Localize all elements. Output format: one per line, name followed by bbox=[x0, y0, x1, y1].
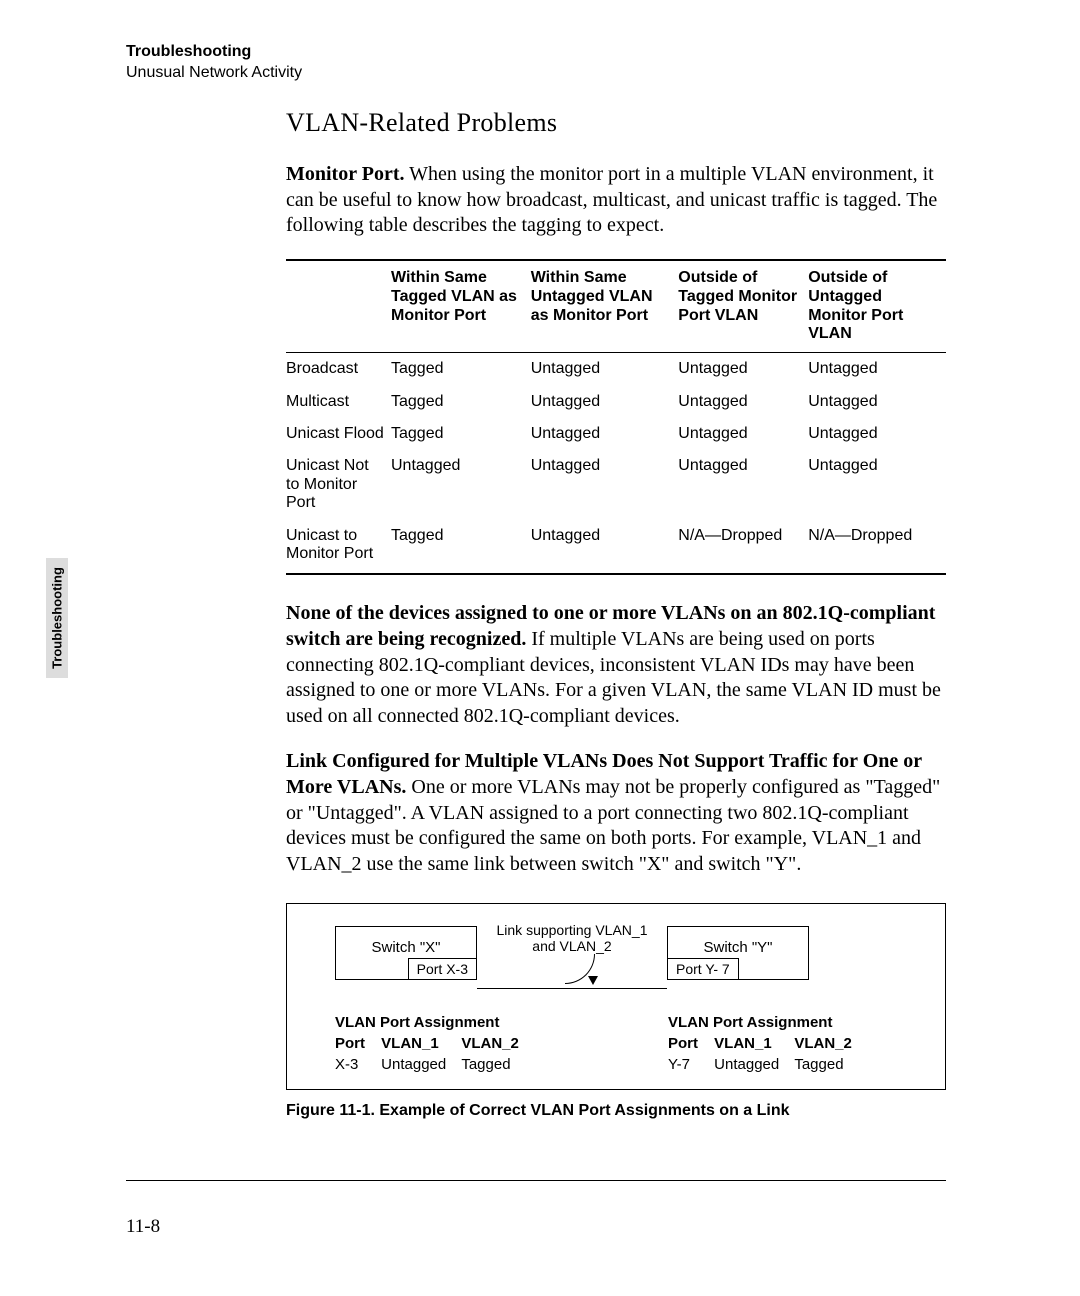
cell: Untagged bbox=[391, 450, 531, 519]
right-port: Y-7 bbox=[668, 1056, 710, 1073]
cell: Untagged bbox=[531, 418, 679, 450]
figure-caption: Figure 11-1. Example of Correct VLAN Por… bbox=[286, 1102, 946, 1120]
assign-title-left: VLAN Port Assignment bbox=[335, 1014, 616, 1031]
th-blank bbox=[286, 260, 391, 353]
th-1: Within Same Tagged VLAN as Monitor Port bbox=[391, 260, 531, 353]
cell: Unicast Not to Monitor Port bbox=[286, 450, 391, 519]
right-v2: Tagged bbox=[794, 1056, 854, 1073]
paragraph-link-multiple-vlans: Link Configured for Multiple VLANs Does … bbox=[286, 749, 946, 877]
assignment-left: VLAN Port Assignment Port VLAN_1 VLAN_2 … bbox=[315, 1014, 616, 1073]
section-name: Unusual Network Activity bbox=[126, 63, 302, 84]
cell: Untagged bbox=[808, 450, 946, 519]
cell: Tagged bbox=[391, 353, 531, 386]
cell: Untagged bbox=[678, 450, 808, 519]
cell: Unicast Flood bbox=[286, 418, 391, 450]
cell: Broadcast bbox=[286, 353, 391, 386]
table-row: Unicast Not to Monitor Port Untagged Unt… bbox=[286, 450, 946, 519]
table-row: Multicast Tagged Untagged Untagged Untag… bbox=[286, 386, 946, 418]
tagging-table: Within Same Tagged VLAN as Monitor Port … bbox=[286, 259, 946, 576]
switch-x-box: Switch "X" Port X-3 bbox=[335, 926, 477, 980]
hdr-vlan2-r: VLAN_2 bbox=[794, 1035, 854, 1052]
main-content: VLAN-Related Problems Monitor Port. When… bbox=[286, 108, 946, 1120]
section-title: VLAN-Related Problems bbox=[286, 108, 946, 138]
cell: Multicast bbox=[286, 386, 391, 418]
para1-lead: Monitor Port. bbox=[286, 163, 405, 185]
left-v1: Untagged bbox=[381, 1056, 457, 1073]
switch-y-port: Port Y- 7 bbox=[667, 958, 739, 981]
hdr-vlan2: VLAN_2 bbox=[461, 1035, 521, 1052]
switch-x-port: Port X-3 bbox=[408, 958, 477, 981]
hdr-vlan1-r: VLAN_1 bbox=[714, 1035, 790, 1052]
link-line bbox=[477, 988, 667, 989]
left-port: X-3 bbox=[335, 1056, 377, 1073]
hdr-port: Port bbox=[335, 1035, 377, 1052]
link-label-line2: and VLAN_2 bbox=[532, 938, 611, 954]
cell: Tagged bbox=[391, 386, 531, 418]
side-tab: Troubleshooting bbox=[46, 558, 68, 678]
arrow-head-icon bbox=[588, 976, 598, 985]
link-label: Link supporting VLAN_1 and VLAN_2 bbox=[477, 922, 667, 954]
assign-title-right: VLAN Port Assignment bbox=[668, 1014, 917, 1031]
running-header: Troubleshooting Unusual Network Activity bbox=[126, 42, 302, 84]
th-3: Outside of Tagged Monitor Port VLAN bbox=[678, 260, 808, 353]
switch-y-box: Switch "Y" Port Y- 7 bbox=[667, 926, 809, 980]
paragraph-devices-not-recognized: None of the devices assigned to one or m… bbox=[286, 601, 946, 729]
cell: Tagged bbox=[391, 418, 531, 450]
cell: N/A—Dropped bbox=[678, 520, 808, 575]
cell: Untagged bbox=[678, 353, 808, 386]
table-row: Broadcast Tagged Untagged Untagged Untag… bbox=[286, 353, 946, 386]
chapter-name: Troubleshooting bbox=[126, 42, 302, 63]
assignment-row: VLAN Port Assignment Port VLAN_1 VLAN_2 … bbox=[315, 1014, 917, 1073]
assignment-right: VLAN Port Assignment Port VLAN_1 VLAN_2 … bbox=[616, 1014, 917, 1073]
cell: Tagged bbox=[391, 520, 531, 575]
cell: Untagged bbox=[678, 386, 808, 418]
link-label-line1: Link supporting VLAN_1 bbox=[497, 922, 648, 938]
switch-y-name: Switch "Y" bbox=[688, 939, 788, 957]
cell: Untagged bbox=[808, 418, 946, 450]
figure-box: Switch "X" Port X-3 Link supporting VLAN… bbox=[286, 903, 946, 1090]
cell: N/A—Dropped bbox=[808, 520, 946, 575]
switch-x-name: Switch "X" bbox=[356, 939, 456, 957]
right-v1: Untagged bbox=[714, 1056, 790, 1073]
left-v2: Tagged bbox=[461, 1056, 521, 1073]
page-number: 11-8 bbox=[126, 1216, 160, 1238]
cell: Untagged bbox=[808, 353, 946, 386]
hdr-vlan1: VLAN_1 bbox=[381, 1035, 457, 1052]
cell: Untagged bbox=[531, 520, 679, 575]
table-row: Unicast Flood Tagged Untagged Untagged U… bbox=[286, 418, 946, 450]
cell: Untagged bbox=[531, 386, 679, 418]
th-4: Outside of Untagged Monitor Port VLAN bbox=[808, 260, 946, 353]
th-2: Within Same Untagged VLAN as Monitor Por… bbox=[531, 260, 679, 353]
hdr-port-r: Port bbox=[668, 1035, 710, 1052]
cell: Unicast to Monitor Port bbox=[286, 520, 391, 575]
side-tab-label: Troubleshooting bbox=[50, 567, 65, 669]
footer-rule bbox=[126, 1180, 946, 1181]
cell: Untagged bbox=[531, 353, 679, 386]
paragraph-monitor-port: Monitor Port. When using the monitor por… bbox=[286, 162, 946, 239]
cell: Untagged bbox=[678, 418, 808, 450]
cell: Untagged bbox=[808, 386, 946, 418]
table-body: Broadcast Tagged Untagged Untagged Untag… bbox=[286, 353, 946, 575]
cell: Untagged bbox=[531, 450, 679, 519]
table-row: Unicast to Monitor Port Tagged Untagged … bbox=[286, 520, 946, 575]
